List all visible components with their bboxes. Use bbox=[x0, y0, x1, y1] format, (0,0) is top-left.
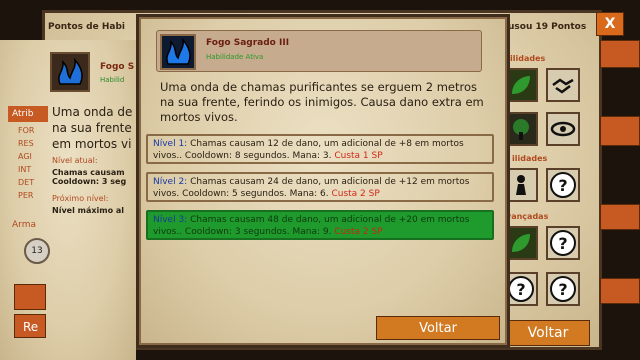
skill-slot[interactable]: ? bbox=[546, 272, 580, 306]
bg-desc-line: na sua frente bbox=[52, 121, 132, 135]
next-level-text: Nível máximo al bbox=[52, 206, 124, 215]
stat-det: DET bbox=[18, 178, 35, 187]
skill-type: Habilidade Ativa bbox=[206, 53, 264, 61]
skill-slot[interactable]: ? bbox=[546, 226, 580, 260]
section-label-skills: ilidades bbox=[510, 54, 546, 63]
side-button[interactable] bbox=[600, 116, 640, 146]
skill-description: Uma onda de chamas purificantes se ergue… bbox=[160, 80, 484, 124]
level-cost: Custa 1 SP bbox=[334, 151, 383, 161]
side-button[interactable] bbox=[600, 278, 640, 304]
skill-points-header: Pontos de Habi bbox=[48, 22, 125, 32]
close-button[interactable]: X bbox=[596, 12, 624, 36]
handshake-icon bbox=[552, 78, 574, 94]
stat-res: RES bbox=[18, 139, 34, 148]
level-text: Chamas causam 24 de dano, um adicional d… bbox=[153, 177, 470, 199]
side-button[interactable] bbox=[600, 204, 640, 230]
weapon-label: Arma bbox=[12, 220, 36, 230]
section-label-advanced: vançadas bbox=[506, 212, 549, 221]
current-level-label: Nível atual: bbox=[52, 156, 98, 165]
weapon-level-badge: 13 bbox=[24, 238, 50, 264]
question-mark-icon: ? bbox=[550, 172, 576, 198]
level-text: Chamas causam 48 de dano, um adicional d… bbox=[153, 215, 470, 237]
blue-flame-icon bbox=[162, 36, 194, 68]
back-button[interactable]: Voltar bbox=[376, 316, 500, 340]
current-level-text: Chamas causam Cooldown: 3 seg bbox=[52, 168, 127, 186]
level-3-option[interactable]: Nível 3: Chamas causam 48 de dano, um ad… bbox=[146, 210, 494, 240]
bg-skill-subtitle: Habilid bbox=[100, 76, 125, 84]
reset-button[interactable]: Re bbox=[14, 314, 46, 338]
skill-slot[interactable]: ? bbox=[546, 168, 580, 202]
level-name: Nível 3: bbox=[153, 215, 188, 225]
bg-skill-description: Uma onda de na sua frente em mortos vi bbox=[52, 104, 136, 152]
level-name: Nível 1: bbox=[153, 139, 188, 149]
skill-slot[interactable] bbox=[546, 112, 580, 146]
skill-icon bbox=[160, 34, 196, 70]
level-1-option[interactable]: Nível 1: Chamas causam 12 de dano, um ad… bbox=[146, 134, 494, 164]
stat-int: INT bbox=[18, 165, 32, 174]
question-mark-icon: ? bbox=[550, 276, 576, 302]
question-mark-icon: ? bbox=[508, 276, 534, 302]
tree-icon bbox=[513, 119, 529, 140]
level-text: Chamas causam 12 de dano, um adicional d… bbox=[153, 139, 464, 161]
level-cost: Custa 2 SP bbox=[334, 227, 383, 237]
eye-icon bbox=[550, 121, 576, 137]
tab-attributes[interactable]: Atrib bbox=[8, 106, 48, 122]
blue-flame-icon bbox=[58, 57, 83, 85]
bg-skill-name: Fogo S bbox=[100, 62, 135, 72]
level-2-option[interactable]: Nível 2: Chamas causam 24 de dano, um ad… bbox=[146, 172, 494, 202]
question-mark-icon: ? bbox=[550, 230, 576, 256]
bg-desc-line: em mortos vi bbox=[52, 137, 132, 151]
stat-per: PER bbox=[18, 191, 34, 200]
left-action-button[interactable] bbox=[14, 284, 46, 310]
skill-slot[interactable] bbox=[546, 68, 580, 102]
section-label-skills-2: ilidades bbox=[512, 154, 548, 163]
stat-for: FOR bbox=[18, 126, 35, 135]
level-name: Nível 2: bbox=[153, 177, 188, 187]
pawn-icon bbox=[516, 175, 526, 195]
stat-agi: AGI bbox=[18, 152, 32, 161]
leaf-icon bbox=[512, 76, 530, 94]
bg-back-button[interactable]: Voltar bbox=[506, 320, 590, 346]
leaf-icon bbox=[512, 234, 530, 252]
bg-desc-line: Uma onda de bbox=[52, 105, 133, 119]
level-cost: Custa 2 SP bbox=[331, 189, 380, 199]
next-level-label: Próximo nível: bbox=[52, 194, 109, 203]
dialog-header bbox=[156, 30, 482, 72]
skill-title: Fogo Sagrado III bbox=[206, 38, 290, 48]
skill-icon-small bbox=[50, 52, 90, 92]
side-button[interactable] bbox=[600, 40, 640, 68]
points-used-header: usou 19 Pontos bbox=[508, 22, 587, 32]
